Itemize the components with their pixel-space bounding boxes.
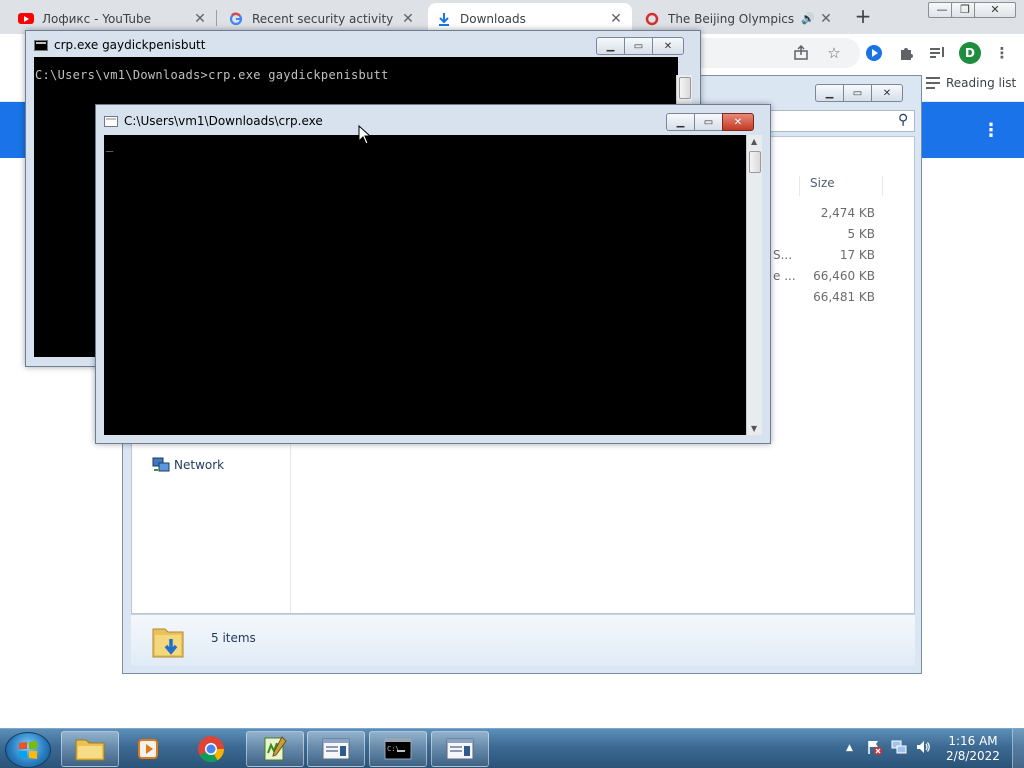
item-count: 5 items: [211, 631, 256, 645]
console-titlebar[interactable]: crp.exe gaydickpenisbutt: [34, 37, 205, 53]
network-icon: [152, 457, 170, 472]
file-name-fragment: S...: [773, 248, 793, 262]
folder-icon: [75, 739, 105, 761]
red-circle-icon: [644, 11, 660, 27]
media-player-icon: [138, 739, 158, 759]
clock-date: 2/8/2022: [946, 749, 1000, 763]
console-title: C:\Users\vm1\Downloads\crp.exe: [124, 114, 323, 128]
console-icon: [104, 115, 118, 127]
extensions-puzzle-icon[interactable]: [895, 42, 917, 64]
minimize-button[interactable]: ▁: [666, 113, 694, 131]
extension-play-icon[interactable]: [863, 42, 885, 64]
close-button[interactable]: ✕: [652, 37, 684, 55]
taskbar-chrome-button[interactable]: [183, 731, 239, 767]
console-caption-buttons: ▁ ▭ ✕: [666, 113, 754, 131]
nav-item-label: Network: [174, 458, 225, 472]
details-pane: 5 items: [131, 614, 915, 666]
chrome-icon: [198, 736, 225, 763]
console-titlebar[interactable]: C:\Users\vm1\Downloads\crp.exe: [104, 113, 323, 129]
app-window-icon: [446, 738, 474, 760]
explorer-caption-buttons: ▁ ▭ ✕: [815, 84, 903, 102]
tab-close-icon[interactable]: ✕: [400, 11, 416, 27]
tab-close-icon[interactable]: ✕: [192, 11, 208, 27]
start-button[interactable]: [5, 732, 51, 768]
reading-list-label: Reading list: [946, 76, 1017, 90]
maximize-button[interactable]: ▭: [624, 37, 652, 55]
media-queue-icon[interactable]: [926, 42, 948, 64]
share-icon[interactable]: [790, 42, 812, 64]
file-size: 2,474 KB: [820, 206, 875, 220]
show-desktop-button[interactable]: [1012, 729, 1024, 768]
minimize-button[interactable]: ▁: [596, 37, 624, 55]
maximize-button[interactable]: ▭: [843, 84, 871, 102]
console-icon: [34, 39, 48, 51]
console-line: C:\Users\vm1\Downloads>crp.exe gaydickpe…: [35, 68, 389, 82]
taskbar-notepad-button[interactable]: [246, 731, 304, 767]
bookmark-star-icon[interactable]: ☆: [823, 42, 845, 64]
console-window-front[interactable]: C:\Users\vm1\Downloads\crp.exe ▁ ▭ ✕ _ ▲…: [95, 104, 771, 444]
tab-separator: [216, 10, 217, 26]
tab-label: The Beijing Olympics S: [668, 11, 798, 26]
profile-avatar[interactable]: D: [959, 42, 981, 64]
speaker-icon[interactable]: 🔊: [798, 12, 818, 25]
google-icon: [228, 11, 244, 27]
downloads-folder-icon: [151, 621, 187, 664]
clock-time: 1:16 AM: [948, 734, 998, 748]
tab-label: Recent security activity: [252, 11, 394, 26]
scrollbar-thumb[interactable]: [749, 151, 761, 173]
mouse-pointer-icon: [358, 125, 372, 145]
tab-label: Downloads: [460, 11, 526, 26]
network-tray-icon[interactable]: [891, 739, 907, 759]
taskbar-explorer-button[interactable]: [61, 731, 119, 767]
taskbar: C:\ ▲ 1:16 AM 2/8/2022: [0, 728, 1024, 768]
tab-close-icon[interactable]: ✕: [818, 11, 834, 27]
console-icon: C:\: [384, 738, 412, 760]
file-size: 17 KB: [839, 248, 875, 262]
scrollbar-thumb[interactable]: [679, 77, 691, 99]
close-button[interactable]: ✕: [722, 113, 754, 131]
file-size: 5 KB: [847, 227, 875, 241]
reading-list-icon: [926, 77, 940, 89]
youtube-icon: [18, 11, 34, 27]
minimize-button[interactable]: ▁: [815, 84, 843, 102]
scroll-down-icon[interactable]: ▼: [751, 424, 757, 433]
console-text-cursor: _: [106, 138, 114, 152]
volume-icon[interactable]: [915, 739, 931, 759]
downloads-more-icon[interactable]: ⋮: [982, 120, 1000, 141]
taskbar-media-player-button[interactable]: [121, 731, 177, 767]
tab-strip: Лофикс - YouTube ✕ Recent security activ…: [0, 0, 1024, 34]
new-tab-button[interactable]: +: [852, 6, 874, 28]
tab-label: Лофикс - YouTube: [42, 11, 152, 26]
download-icon: [436, 11, 452, 27]
nav-item-network[interactable]: Network: [152, 457, 224, 473]
windows-logo-icon: [19, 741, 37, 759]
notepad-plus-icon: [264, 736, 287, 761]
taskbar-window-button[interactable]: [431, 731, 489, 767]
action-center-flag-icon[interactable]: [866, 739, 882, 759]
column-header-size[interactable]: Size: [799, 176, 883, 196]
tab-close-icon[interactable]: ✕: [608, 11, 624, 27]
show-hidden-icons-button[interactable]: ▲: [846, 743, 853, 753]
system-clock[interactable]: 1:16 AM 2/8/2022: [944, 734, 1002, 764]
app-window-icon: [322, 738, 350, 760]
explorer-search-box[interactable]: ⚲: [765, 110, 915, 132]
chrome-menu-icon[interactable]: ⋮: [991, 42, 1013, 64]
maximize-button[interactable]: ▭: [694, 113, 722, 131]
console-output[interactable]: _: [104, 135, 748, 435]
console-scrollbar[interactable]: ▲ ▼: [746, 135, 762, 435]
file-size: 66,481 KB: [813, 290, 875, 304]
search-icon: ⚲: [897, 112, 908, 128]
taskbar-console-button[interactable]: C:\: [369, 731, 427, 767]
close-button[interactable]: ✕: [871, 84, 903, 102]
scroll-up-icon[interactable]: ▲: [751, 137, 757, 146]
close-button[interactable]: ✕: [974, 2, 1016, 18]
console-caption-buttons: ▁ ▭ ✕: [596, 37, 684, 55]
file-size: 66,460 KB: [813, 269, 875, 283]
reading-list-button[interactable]: Reading list: [926, 76, 1016, 90]
taskbar-window-button[interactable]: [307, 731, 365, 767]
console-title: crp.exe gaydickpenisbutt: [54, 38, 206, 52]
